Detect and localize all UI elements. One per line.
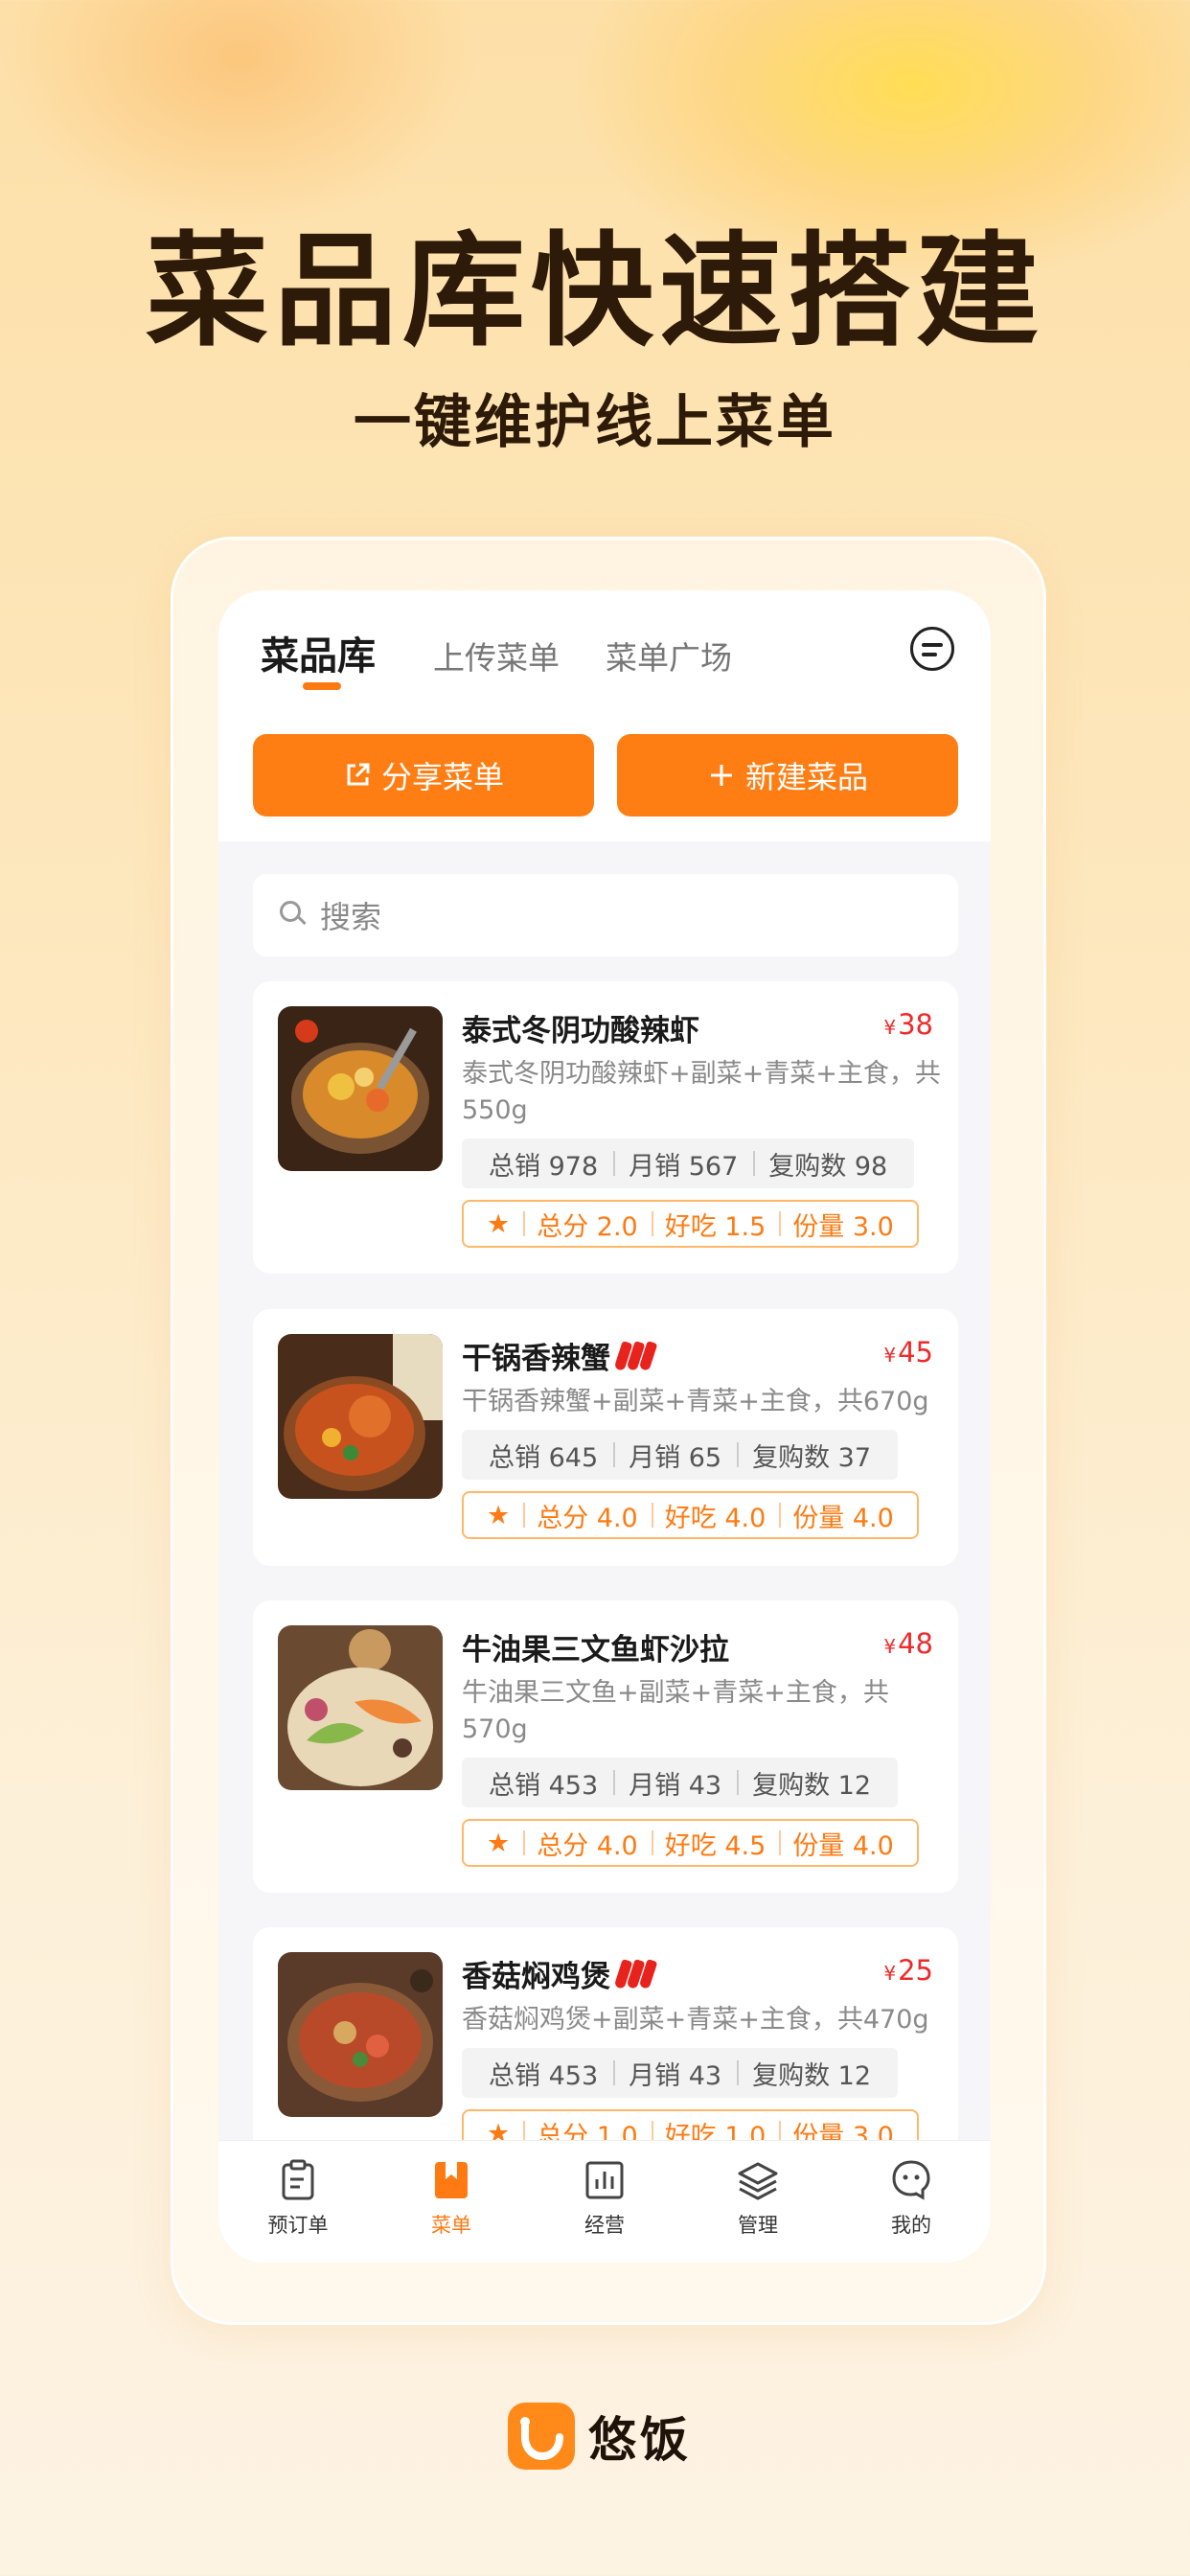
dish-description: 香菇焖鸡煲+副菜+青菜+主食，共470g — [462, 2005, 929, 2035]
rating-scores: ★ 总分 4.0 好吃 4.5 份量 4.0 — [462, 1819, 919, 1867]
sales-stats: 总销 978 月销 567 复购数 98 — [462, 1138, 915, 1188]
tabbar-item-orders[interactable]: 预订单 — [240, 2150, 355, 2239]
tab-upload-menu[interactable]: 上传菜单 — [433, 632, 560, 678]
dish-description: 干锅香辣蟹+副菜+青菜+主食，共670g — [462, 1387, 929, 1416]
dish-photo — [278, 1625, 443, 1790]
hero-subtitle: 一键维护线上菜单 — [354, 389, 836, 456]
chili-icon — [613, 1958, 658, 1990]
tabbar-item-manage[interactable]: 管理 — [700, 2150, 815, 2239]
brand-logo-icon — [508, 2403, 575, 2470]
share-icon — [343, 761, 372, 790]
total-sales: 总销 453 — [489, 1770, 599, 1801]
top-bar: 菜品库 上传菜单 菜单广场 分享菜单 新建菜品 — [218, 590, 991, 841]
tabbar-item-business[interactable]: 经营 — [547, 2150, 662, 2239]
dish-price: ¥25 — [883, 1954, 933, 1987]
search-input[interactable]: 搜索 — [253, 874, 958, 956]
star-icon: ★ — [487, 1828, 511, 1858]
taste-score: 好吃 4.5 — [651, 1825, 780, 1862]
total-sales: 总销 978 — [489, 1151, 599, 1182]
bottom-tab-bar: 预订单 菜单 经营 管理 我的 — [218, 2140, 991, 2263]
face-icon — [889, 2158, 933, 2202]
repurchase-count: 复购数 98 — [753, 1145, 903, 1183]
portion-score: 份量 4.0 — [779, 1825, 907, 1862]
tab-dish-library[interactable]: 菜品库 — [261, 625, 376, 680]
tabbar-label: 我的 — [891, 2214, 931, 2237]
dish-description: 牛油果三文鱼+副菜+青菜+主食，共570g — [462, 1678, 889, 1744]
tabbar-label: 菜单 — [431, 2214, 471, 2237]
new-dish-button[interactable]: 新建菜品 — [617, 734, 958, 816]
brand-logo: 悠饭 — [508, 2402, 692, 2471]
app-screen: 菜品库 上传菜单 菜单广场 分享菜单 新建菜品 搜索 泰式冬阴功酸辣虾 ¥38 … — [218, 590, 991, 2263]
dish-photo — [278, 1334, 443, 1499]
dish-name: 干锅香辣蟹 — [462, 1334, 658, 1377]
dish-photo — [278, 1006, 443, 1171]
monthly-sales: 月销 43 — [613, 1764, 737, 1802]
sales-stats: 总销 645 月销 65 复购数 37 — [462, 1430, 899, 1480]
dish-price: ¥45 — [883, 1336, 933, 1368]
tab-menu-square[interactable]: 菜单广场 — [606, 632, 732, 678]
dish-photo — [278, 1952, 443, 2117]
monthly-sales: 月销 65 — [613, 1437, 737, 1474]
hero-title: 菜品库快速搭建 — [145, 220, 1044, 363]
taste-score: 好吃 1.5 — [651, 1206, 780, 1243]
total-sales: 总销 453 — [489, 2060, 599, 2091]
total-score: 总分 2.0 — [523, 1206, 652, 1243]
total-score: 总分 4.0 — [523, 1825, 652, 1862]
monthly-sales: 月销 43 — [613, 2055, 737, 2092]
tabbar-label: 预订单 — [267, 2214, 329, 2237]
sales-stats: 总销 453 月销 43 复购数 12 — [462, 2048, 899, 2098]
active-tab-indicator — [303, 682, 341, 690]
sales-stats: 总销 453 月销 43 复购数 12 — [462, 1758, 899, 1807]
share-menu-label: 分享菜单 — [380, 759, 504, 795]
dish-card[interactable]: 牛油果三文鱼虾沙拉 ¥48 牛油果三文鱼+副菜+青菜+主食，共570g 总销 4… — [253, 1600, 958, 1893]
chart-icon — [583, 2158, 627, 2202]
clipboard-icon — [276, 2158, 320, 2202]
dish-card[interactable]: 干锅香辣蟹 ¥45 干锅香辣蟹+副菜+青菜+主食，共670g 总销 645 月销… — [253, 1309, 958, 1566]
dish-price: ¥48 — [883, 1627, 933, 1660]
star-icon: ★ — [487, 1500, 511, 1530]
total-sales: 总销 645 — [489, 1442, 599, 1473]
star-icon: ★ — [487, 1208, 511, 1239]
portion-score: 份量 3.0 — [779, 1206, 907, 1243]
total-score: 总分 4.0 — [523, 1497, 652, 1534]
dish-price: ¥38 — [883, 1008, 933, 1041]
bookmark-icon — [429, 2158, 473, 2202]
tabbar-item-menu[interactable]: 菜单 — [394, 2150, 509, 2239]
rating-scores: ★ 总分 4.0 好吃 4.0 份量 4.0 — [462, 1491, 919, 1539]
portion-score: 份量 4.0 — [779, 1497, 907, 1534]
search-placeholder: 搜索 — [320, 899, 382, 935]
dish-name: 香菇焖鸡煲 — [462, 1952, 658, 1995]
repurchase-count: 复购数 37 — [737, 1437, 886, 1474]
monthly-sales: 月销 567 — [613, 1145, 753, 1183]
brand-name: 悠饭 — [588, 2412, 692, 2468]
tabbar-item-me[interactable]: 我的 — [854, 2150, 969, 2239]
plus-icon — [707, 761, 736, 790]
tabbar-label: 管理 — [738, 2214, 778, 2237]
share-menu-button[interactable]: 分享菜单 — [253, 734, 594, 816]
layers-icon — [736, 2158, 780, 2202]
search-icon — [280, 901, 309, 930]
chili-icon — [613, 1340, 658, 1371]
dish-name: 泰式冬阴功酸辣虾 — [462, 1014, 699, 1048]
taste-score: 好吃 4.0 — [651, 1497, 780, 1534]
repurchase-count: 复购数 12 — [737, 1764, 886, 1802]
new-dish-label: 新建菜品 — [744, 759, 868, 795]
dish-card[interactable]: 泰式冬阴功酸辣虾 ¥38 泰式冬阴功酸辣虾+副菜+青菜+主食，共550g 总销 … — [253, 981, 958, 1274]
dish-description: 泰式冬阴功酸辣虾+副菜+青菜+主食，共550g — [462, 1059, 941, 1125]
message-icon[interactable] — [910, 627, 954, 671]
dish-name: 牛油果三文鱼虾沙拉 — [462, 1633, 729, 1668]
repurchase-count: 复购数 12 — [737, 2055, 886, 2092]
tabbar-label: 经营 — [584, 2214, 625, 2237]
rating-scores: ★ 总分 2.0 好吃 1.5 份量 3.0 — [462, 1200, 919, 1248]
